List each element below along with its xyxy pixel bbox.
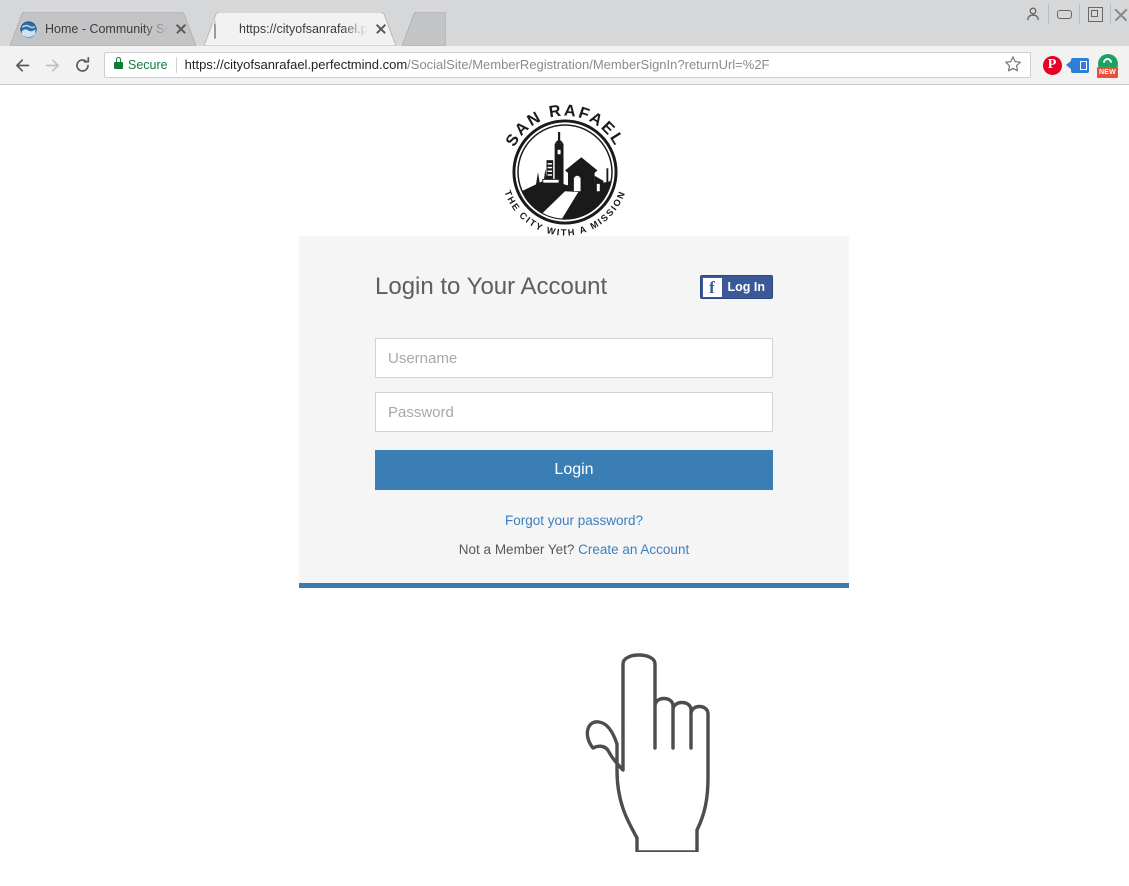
facebook-login-button[interactable]: f Log In (699, 275, 773, 299)
tab-title: Home - Community Serv (45, 22, 168, 36)
signup-prefix-text: Not a Member Yet? (458, 542, 579, 557)
forward-button (38, 51, 66, 79)
browser-toolbar: Secure https://cityofsanrafael.perfectmi… (0, 46, 1129, 85)
tag-bars (1080, 60, 1087, 70)
login-button-wrap: Login (299, 450, 849, 490)
card-header: Login to Your Account f Log In (299, 272, 849, 302)
browser-tab-2[interactable]: https://cityofsanrafael.pe (204, 12, 396, 46)
tab-close-icon[interactable] (372, 20, 390, 38)
username-field-wrap (299, 338, 849, 378)
bluetag-extension-icon[interactable] (1066, 51, 1093, 79)
tab-strip: Home - Community Serv https://cityofsanr… (0, 0, 1129, 46)
star-icon[interactable] (1004, 55, 1024, 75)
forgot-password-link[interactable]: Forgot your password? (505, 513, 643, 528)
login-card: Login to Your Account f Log In Login For… (299, 236, 849, 588)
minimize-icon (1056, 9, 1072, 19)
reload-button[interactable] (68, 51, 96, 79)
tab-shape (402, 12, 446, 46)
reload-icon (75, 56, 89, 72)
maximize-icon (1087, 6, 1103, 22)
window-controls (1018, 0, 1129, 28)
close-button[interactable] (1111, 1, 1129, 27)
facebook-login-label: Log In (727, 280, 766, 294)
pinterest-glyph: P (1042, 55, 1062, 75)
browser-tab-1[interactable]: Home - Community Serv (10, 12, 196, 46)
username-input[interactable] (375, 338, 773, 378)
back-arrow-icon (15, 58, 29, 72)
logo-container: SAN RAFAEL THE CITY WITH A MISSION (0, 98, 1129, 246)
forgot-password-wrap: Forgot your password? (299, 512, 849, 530)
pointing-hand-cursor (585, 653, 710, 852)
maximize-button[interactable] (1080, 1, 1110, 27)
globe-favicon (20, 20, 37, 38)
profile-button[interactable] (1018, 1, 1048, 27)
close-icon (1114, 8, 1127, 21)
omnibox-separator (175, 57, 177, 73)
url-path: /SocialSite/MemberRegistration/MemberSig… (407, 57, 770, 72)
document-favicon (214, 19, 231, 39)
secure-label: Secure (128, 58, 168, 72)
san-rafael-city-seal: SAN RAFAEL THE CITY WITH A MISSION (502, 101, 626, 237)
password-field-wrap (299, 392, 849, 432)
address-bar[interactable]: Secure https://cityofsanrafael.perfectmi… (104, 52, 1031, 78)
password-input[interactable] (375, 392, 773, 432)
page-content: SAN RAFAEL THE CITY WITH A MISSION Login… (0, 86, 1129, 886)
url-text: https://cityofsanrafael.perfectmind.com/… (185, 56, 1000, 74)
tab-title: https://cityofsanrafael.pe (239, 22, 368, 36)
url-host: https://cityofsanrafael.perfectmind.com (184, 57, 408, 72)
signup-row: Not a Member Yet? Create an Account (299, 542, 849, 583)
tab-close-icon[interactable] (172, 20, 190, 38)
pinterest-extension-icon[interactable]: P (1039, 51, 1065, 79)
facebook-icon: f (702, 277, 722, 297)
page-title: Login to Your Account (375, 273, 608, 300)
new-badge: NEW (1097, 67, 1118, 78)
browser-window: Home - Community Serv https://cityofsanr… (0, 0, 1129, 886)
back-button[interactable] (8, 51, 36, 79)
new-tab-button[interactable] (402, 12, 446, 46)
forward-arrow-icon (45, 58, 59, 72)
lock-icon (114, 57, 123, 69)
minimize-button[interactable] (1049, 1, 1079, 27)
person-icon (1027, 7, 1039, 21)
green-extension-icon[interactable]: NEW (1095, 51, 1121, 79)
create-account-link[interactable]: Create an Account (578, 542, 689, 557)
login-button[interactable]: Login (375, 450, 773, 490)
